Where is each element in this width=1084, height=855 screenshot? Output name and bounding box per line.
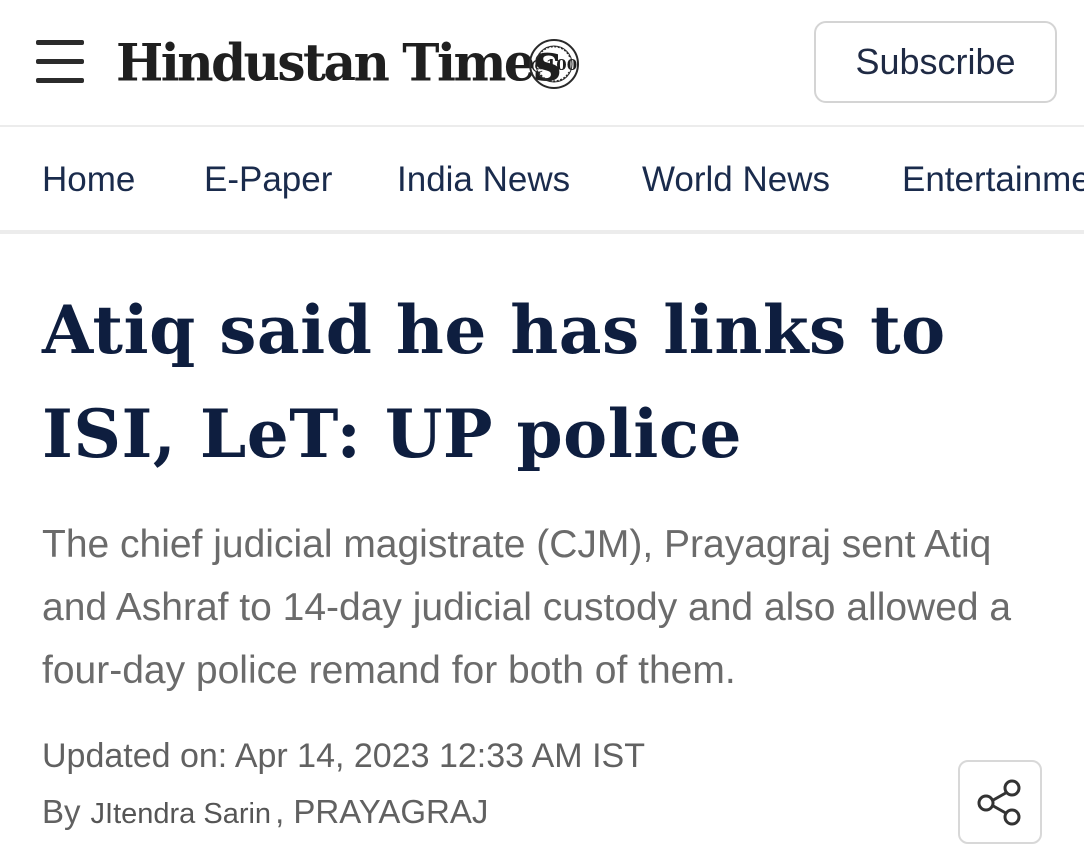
logo-badge: @100 [531, 56, 577, 74]
share-button[interactable] [958, 760, 1042, 844]
logo-wordmark: Hindustan Times [116, 32, 561, 93]
article-location: , PRAYAGRAJ [275, 793, 489, 830]
nav-item-india-news[interactable]: India News [397, 158, 570, 202]
site-logo[interactable]: Hindustan Times @100 [116, 28, 579, 98]
nav-item-entertainment[interactable]: Entertainment [902, 158, 1084, 202]
nav-item-home[interactable]: Home [42, 158, 135, 202]
article-updated-timestamp: Updated on: Apr 14, 2023 12:33 AM IST [42, 737, 645, 775]
article-headline: Atiq said he has links to ISI, LeT: UP p… [42, 291, 946, 473]
main-nav: Home E-Paper India News World News Enter… [0, 128, 1084, 234]
share-icon [977, 779, 1021, 826]
nav-item-e-paper[interactable]: E-Paper [204, 158, 332, 202]
subscribe-button[interactable]: Subscribe [814, 21, 1057, 103]
hamburger-menu-icon[interactable] [36, 40, 84, 84]
site-header: Hindustan Times @100 Subscribe [0, 0, 1084, 127]
article-summary: The chief judicial magistrate (CJM), Pra… [42, 523, 1012, 692]
nav-item-world-news[interactable]: World News [642, 158, 830, 202]
centenary-seal-icon: @100 [529, 39, 579, 89]
article-byline: By JItendra Sarin, PRAYAGRAJ [42, 790, 488, 836]
byline-label: By [42, 793, 81, 830]
author-name[interactable]: JItendra Sarin [91, 798, 272, 830]
